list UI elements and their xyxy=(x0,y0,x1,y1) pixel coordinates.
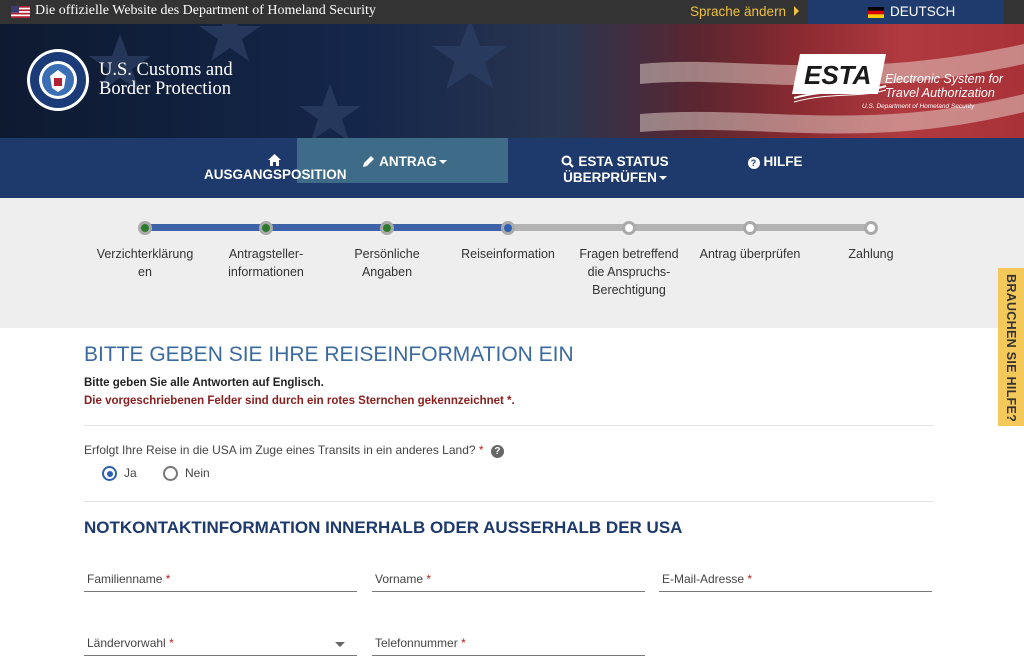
main-nav: AUSGANGSPOSITION ANTRAG ESTA STATUS ÜBER… xyxy=(0,138,1024,198)
country-code-label: Ländervorwahl * xyxy=(87,636,174,650)
progress-track-done xyxy=(145,224,509,231)
application-progress: Verzichterklärung en Antragsteller-inform… xyxy=(0,198,1024,328)
nav-esta-status[interactable]: ESTA STATUS ÜBERPRÜFEN xyxy=(550,154,680,185)
emergency-contact-title: NOTKONTAKTINFORMATION INNERHALB ODER AUS… xyxy=(84,518,683,537)
need-help-label: BRAUCHEN SIE HILFE? xyxy=(1004,274,1018,423)
nav-esta-status-label-2: ÜBERPRÜFEN xyxy=(563,170,657,185)
esta-tagline-line2: Travel Authorization xyxy=(885,86,995,100)
divider xyxy=(84,501,933,502)
step-label-3[interactable]: Persönliche Angaben xyxy=(327,245,447,281)
question-icon: ? xyxy=(747,157,760,169)
nav-home[interactable]: AUSGANGSPOSITION xyxy=(204,154,347,182)
german-flag-icon xyxy=(868,7,884,18)
dropdown-arrow-icon xyxy=(335,642,345,647)
page-title: BITTE GEBEN SIE IHRE REISEINFORMATION EI… xyxy=(84,343,574,366)
step-label-4[interactable]: Reiseinformation xyxy=(448,245,568,263)
nav-help[interactable]: ? HILFE xyxy=(735,154,815,169)
transit-yes-label: Ja xyxy=(124,466,137,480)
esta-tagline: Electronic System for Travel Authorizati… xyxy=(885,72,1003,100)
phone-number-field[interactable]: Telefonnummer * xyxy=(372,626,645,656)
us-flag-icon xyxy=(11,6,30,18)
caret-down-icon xyxy=(658,176,667,180)
step-label-7: Zahlung xyxy=(848,247,894,261)
help-question-icon[interactable]: ? xyxy=(490,445,504,458)
nav-help-label: HILFE xyxy=(763,154,803,169)
change-language-link[interactable]: Sprache ändern xyxy=(690,4,800,19)
email-field[interactable]: E-Mail-Adresse * xyxy=(659,562,932,592)
nav-esta-status-label-1: ESTA STATUS xyxy=(578,154,669,169)
transit-question: Erfolgt Ihre Reise in die USA im Zuge ei… xyxy=(84,443,504,458)
language-selector[interactable]: DEUTSCH xyxy=(808,0,1004,24)
transit-no-label: Nein xyxy=(185,466,210,480)
caret-down-icon xyxy=(438,160,447,164)
esta-logo-text: ESTA xyxy=(804,60,871,90)
need-help-tab[interactable]: BRAUCHEN SIE HILFE? xyxy=(998,268,1024,426)
nav-home-label: AUSGANGSPOSITION xyxy=(204,167,347,182)
step-dot-4[interactable] xyxy=(501,221,515,235)
divider xyxy=(84,425,933,426)
pencil-icon xyxy=(363,156,375,167)
step-label-6: Antrag überprüfen xyxy=(699,247,801,261)
search-icon xyxy=(561,155,575,168)
family-name-field[interactable]: Familienname * xyxy=(84,562,357,592)
agency-name-line2: Border Protection xyxy=(99,79,232,99)
esta-dept-text: U.S. Department of Homeland Security xyxy=(862,103,975,110)
radio-checked-icon xyxy=(102,466,117,481)
nav-application[interactable]: ANTRAG xyxy=(340,154,470,169)
step-label-1[interactable]: Verzichterklärung en xyxy=(85,245,205,281)
step-label-5: Fragen betreffend die Anspruchs- Berechtig… xyxy=(579,247,679,297)
nav-application-label: ANTRAG xyxy=(379,154,437,169)
required-fields-note: Die vorgeschriebenen Felder sind durch e… xyxy=(84,395,515,407)
email-label: E-Mail-Adresse * xyxy=(662,572,753,586)
step-dot-5 xyxy=(622,221,636,235)
step-dot-7 xyxy=(864,221,878,235)
country-code-select[interactable]: Ländervorwahl * xyxy=(84,626,357,656)
esta-logo[interactable]: ESTA xyxy=(790,50,888,104)
change-language-label: Sprache ändern xyxy=(690,4,787,19)
esta-tagline-line1: Electronic System for xyxy=(885,72,1004,86)
agency-name[interactable]: U.S. Customs and Border Protection xyxy=(99,61,233,99)
first-name-field[interactable]: Vorname * xyxy=(372,562,645,592)
language-label: DEUTSCH xyxy=(890,4,956,19)
step-dot-6 xyxy=(743,221,757,235)
phone-number-label: Telefonnummer * xyxy=(375,636,466,650)
transit-question-text: Erfolgt Ihre Reise in die USA im Zuge ei… xyxy=(84,443,476,457)
required-mark: * xyxy=(478,443,484,457)
agency-name-line1: U.S. Customs and xyxy=(99,60,233,80)
gov-bar: Die offizielle Website des Department of… xyxy=(0,0,1024,24)
step-label-2[interactable]: Antragsteller-informationen xyxy=(206,245,326,281)
english-instruction: Bitte geben Sie alle Antworten auf Engli… xyxy=(84,377,324,389)
step-label-1-suffix: en xyxy=(138,265,152,279)
step-dot-2[interactable] xyxy=(259,221,273,235)
home-icon xyxy=(267,154,281,166)
triangle-right-icon xyxy=(794,6,800,16)
family-name-label: Familienname * xyxy=(87,572,171,586)
radio-unchecked-icon xyxy=(163,466,178,481)
dhs-seal-logo xyxy=(27,49,89,111)
official-site-text: Die offizielle Website des Department of… xyxy=(35,3,376,18)
step-dot-1[interactable] xyxy=(138,221,152,235)
step-dot-3[interactable] xyxy=(380,221,394,235)
first-name-label: Vorname * xyxy=(375,572,432,586)
